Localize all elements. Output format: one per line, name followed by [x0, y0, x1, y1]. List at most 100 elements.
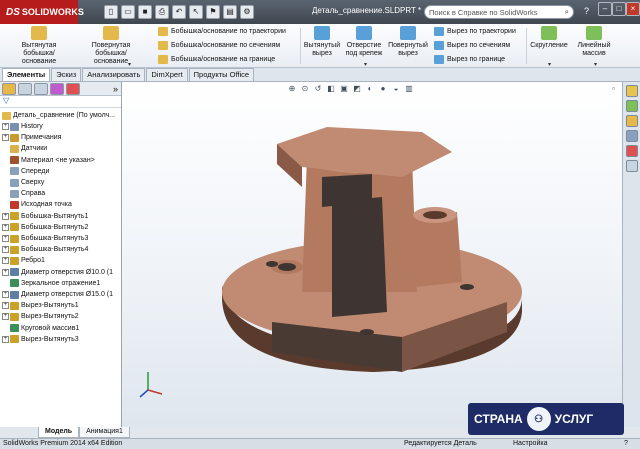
revolve-cut-button[interactable]: Повернутый вырез [386, 26, 430, 58]
fillet-icon [541, 26, 557, 40]
search-icon[interactable]: ⌕ [565, 7, 569, 17]
boundary-boss-button[interactable]: Бобышка/основание на границе [158, 55, 275, 64]
tab-dimxpert[interactable]: DimXpert [146, 68, 188, 81]
expand-icon[interactable]: + [2, 335, 9, 343]
tree-item[interactable]: + Диаметр отверстия Ø15.0 (1 [2, 289, 113, 300]
file-explorer-icon[interactable] [625, 115, 638, 127]
expand-icon[interactable]: + [2, 235, 9, 242]
tree-item[interactable]: + Вырез-Вытянуть3 [2, 334, 79, 345]
tree-item[interactable]: + Бобышка-Вытянуть1 [2, 211, 88, 222]
expand-icon[interactable]: + [2, 123, 9, 130]
tree-item[interactable]: + Бобышка-Вытянуть3 [2, 233, 88, 244]
resources-icon[interactable] [625, 85, 638, 97]
tab-animation1[interactable]: Анимация1 [79, 427, 130, 438]
status-bar: SolidWorks Premium 2014 x64 Edition Реда… [0, 438, 640, 449]
file-properties-icon[interactable]: ▤ [223, 5, 237, 19]
help-icon[interactable]: ? [624, 439, 628, 449]
solidworks-logo[interactable]: DS SOLIDWORKS [0, 0, 84, 24]
expand-icon[interactable]: + [2, 223, 9, 231]
part-model[interactable] [122, 82, 622, 427]
extrude-cut-button[interactable]: Вытянутый вырез [302, 26, 342, 58]
tree-item[interactable]: Справа [2, 188, 45, 199]
search-input[interactable]: Поиск в Справке по SolidWorks [429, 8, 537, 17]
maximize-icon[interactable]: □ [612, 2, 626, 16]
print-icon[interactable]: ⎙ [155, 5, 169, 19]
tree-item[interactable]: Круговой массив1 [2, 323, 79, 334]
revolve-boss-button[interactable]: Повернутая бобышка/основание [80, 26, 142, 66]
tree-item[interactable]: + Бобышка-Вытянуть2 [2, 222, 88, 233]
loft-cut-button[interactable]: Вырез по сечениям [434, 41, 510, 50]
loft-boss-button[interactable]: Бобышка/основание по сечениям [158, 41, 280, 50]
design-library-icon[interactable] [625, 100, 638, 112]
chevron-right-icon[interactable]: » [113, 84, 118, 94]
tree-item[interactable]: + Диаметр отверстия Ø10.0 (1 [2, 267, 113, 278]
display-manager-tab-icon[interactable] [66, 82, 80, 95]
chevron-down-icon[interactable]: ▾ [128, 61, 131, 68]
undo-icon[interactable]: ↶ [172, 5, 186, 19]
hole-wizard-button[interactable]: Отверстие под крепеж [342, 26, 386, 58]
configuration-manager-tab-icon[interactable] [34, 82, 48, 95]
boundary-cut-button[interactable]: Вырез по границе [434, 55, 505, 64]
expand-icon[interactable]: + [2, 246, 9, 254]
tree-item[interactable]: Исходная точка [2, 199, 72, 210]
new-icon[interactable]: ▯ [104, 5, 118, 19]
edit-state-text: Редактируется Деталь [404, 440, 477, 447]
expand-icon[interactable]: + [2, 291, 9, 298]
minimize-icon[interactable]: – [598, 2, 612, 16]
expand-icon[interactable]: + [2, 212, 9, 220]
tree-root[interactable]: Деталь_сравнение (По умолч... [2, 110, 115, 121]
tree-item[interactable]: Зеркальное отражение1 [2, 278, 100, 289]
sweep-boss-button[interactable]: Бобышка/основание по траектории [158, 27, 286, 36]
save-icon[interactable]: ■ [138, 5, 152, 19]
ds-logo-mark: DS [6, 6, 20, 18]
chevron-down-icon[interactable]: ▾ [364, 61, 367, 68]
configuration-text[interactable]: Настройка [513, 439, 547, 449]
fillet-button[interactable]: Скругление [528, 26, 570, 50]
tree-item[interactable]: Спереди [2, 166, 49, 177]
rebuild-icon[interactable]: ⚑ [206, 5, 220, 19]
tab-features[interactable]: Элементы [2, 68, 51, 81]
close-icon[interactable]: × [626, 2, 640, 16]
tree-item-label: Примечания [21, 134, 62, 142]
custom-properties-icon[interactable] [625, 160, 638, 172]
linear-pattern-label: Линейный массив [577, 42, 611, 57]
tree-item[interactable]: + Вырез-Вытянуть1 [2, 300, 79, 311]
tab-evaluate[interactable]: Анализировать [82, 68, 146, 81]
open-icon[interactable]: ▭ [121, 5, 135, 19]
graphics-area[interactable]: ⊕ ⊙ ↺ ◧ ▣ ◩ ◐ ● ◒ ▥ ▫ [122, 82, 622, 427]
sweep-cut-button[interactable]: Вырез по траектории [434, 27, 516, 36]
select-icon[interactable]: ↖ [189, 5, 203, 19]
tree-item[interactable]: + Бобышка-Вытянуть4 [2, 244, 88, 255]
expand-icon[interactable]: + [2, 134, 9, 142]
tab-office-products[interactable]: Продукты Office [188, 68, 255, 81]
extrude-boss-button[interactable]: Вытянутая бобышка/основание [10, 26, 68, 66]
tree-item-label: Бобышка-Вытянуть2 [21, 223, 89, 231]
expand-icon[interactable]: + [2, 313, 9, 321]
options-icon[interactable]: ⚙ [240, 5, 254, 19]
sweep-cut-label: Вырез по траектории [447, 28, 516, 35]
tree-item[interactable]: + History [2, 121, 43, 132]
chevron-down-icon[interactable]: ▾ [594, 61, 597, 68]
filter-icon[interactable]: ▽ [0, 96, 121, 108]
part-section-body[interactable] [222, 127, 522, 372]
tree-item[interactable]: Датчики [2, 143, 47, 154]
appearances-icon[interactable] [625, 145, 638, 157]
tab-model[interactable]: Модель [38, 427, 80, 438]
tab-sketch[interactable]: Эскиз [51, 68, 82, 81]
expand-icon[interactable]: + [2, 268, 9, 276]
chevron-down-icon[interactable]: ▾ [548, 61, 551, 68]
view-palette-icon[interactable] [625, 130, 638, 142]
tree-item[interactable]: + Вырез-Вытянуть2 [2, 311, 79, 322]
property-manager-tab-icon[interactable] [18, 82, 32, 95]
expand-icon[interactable]: + [2, 302, 9, 310]
help-button[interactable]: ? [584, 6, 589, 16]
tree-item[interactable]: Материал <не указан> [2, 155, 95, 166]
tree-item[interactable]: + Примечания [2, 132, 61, 143]
tree-item[interactable]: Сверху [2, 177, 44, 188]
dimxpert-manager-tab-icon[interactable] [50, 82, 64, 95]
feature-tree-tab-icon[interactable] [2, 82, 16, 95]
help-search-box[interactable]: Поиск в Справке по SolidWorks ⌕ [424, 5, 574, 19]
linear-pattern-button[interactable]: Линейный массив [572, 26, 616, 58]
tree-item[interactable]: + Ребро1 [2, 255, 45, 266]
expand-icon[interactable]: + [2, 257, 9, 265]
